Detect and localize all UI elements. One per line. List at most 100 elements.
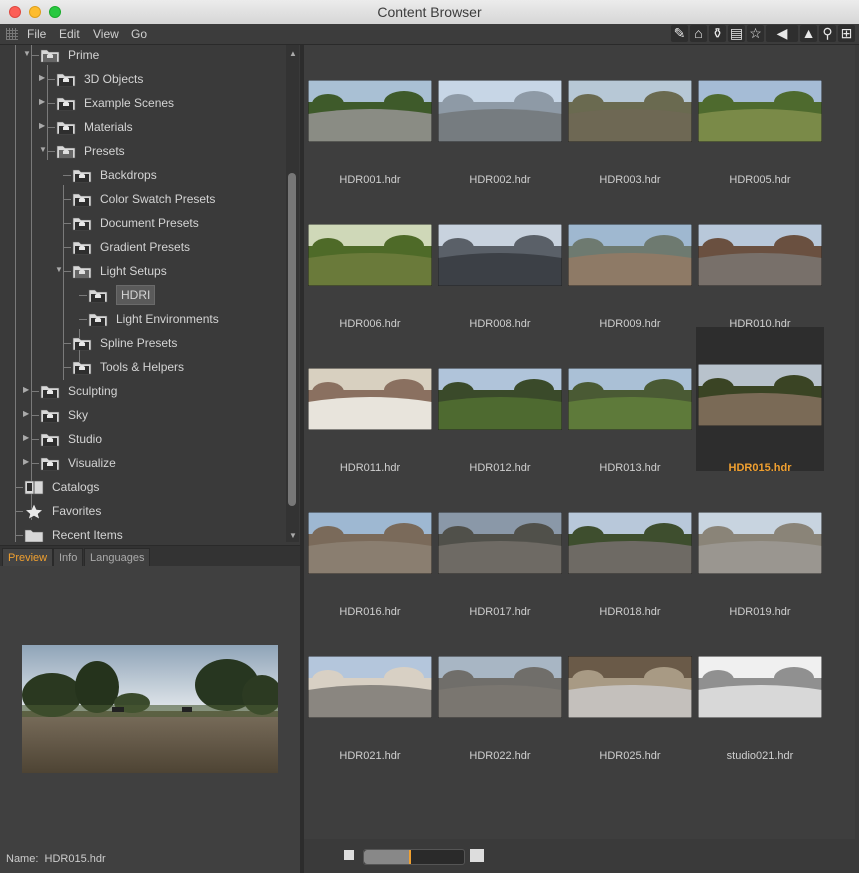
hdr-thumbnail-item[interactable]: HDR001.hdr xyxy=(306,43,434,186)
scroll-up-icon[interactable]: ▲ xyxy=(289,49,297,58)
hdr-thumbnail-item[interactable]: HDR012.hdr xyxy=(436,331,564,474)
tree-connector xyxy=(63,185,64,380)
right-edge xyxy=(855,45,859,873)
tree-item[interactable]: ▼ Prime xyxy=(23,45,99,66)
disclosure-closed-icon[interactable]: ▶ xyxy=(39,73,47,82)
tree-item[interactable]: Recent Items xyxy=(24,524,123,542)
hdr-thumbnail-item[interactable]: HDR009.hdr xyxy=(566,187,694,330)
star-icon[interactable]: ☆ xyxy=(747,25,764,42)
tree-item-label: Light Environments xyxy=(116,312,219,326)
hdr-thumbnail-item[interactable]: HDR011.hdr xyxy=(306,331,434,474)
tree-item[interactable]: Document Presets xyxy=(72,212,199,234)
tree-item[interactable]: HDRI xyxy=(88,284,156,306)
book-icon[interactable]: ▤ xyxy=(728,25,745,42)
tree-item[interactable]: Catalogs xyxy=(24,476,99,498)
jar-icon[interactable]: ⚱ xyxy=(709,25,726,42)
tree-item[interactable]: ▶ Sky xyxy=(23,404,88,426)
hdr-thumbnail-item[interactable]: HDR002.hdr xyxy=(436,43,564,186)
tree-item-label: Materials xyxy=(84,120,133,134)
hdr-thumbnail-item[interactable]: HDR021.hdr xyxy=(306,619,434,762)
menu-view[interactable]: View xyxy=(93,27,119,41)
disclosure-closed-icon[interactable]: ▶ xyxy=(39,97,47,106)
catalog-icon xyxy=(24,479,44,495)
hdr-panorama-image xyxy=(698,364,822,426)
hdr-thumbnail-item[interactable]: HDR005.hdr xyxy=(696,43,824,186)
hdr-panorama-image xyxy=(438,656,562,718)
disclosure-closed-icon[interactable]: ▶ xyxy=(23,385,31,394)
tree-item[interactable]: Light Environments xyxy=(88,308,219,330)
search-icon[interactable]: ⚲ xyxy=(819,25,836,42)
hdr-thumbnail-item[interactable]: HDR018.hdr xyxy=(566,475,694,618)
disclosure-open-icon[interactable]: ▼ xyxy=(55,265,63,274)
tree-item[interactable]: Spline Presets xyxy=(72,332,177,354)
grip-icon[interactable] xyxy=(6,28,18,40)
pencil-icon[interactable]: ✎ xyxy=(671,25,688,42)
hdr-thumbnail-item[interactable]: HDR022.hdr xyxy=(436,619,564,762)
hdr-thumbnail-item[interactable]: HDR016.hdr xyxy=(306,475,434,618)
home-icon[interactable]: ⌂ xyxy=(690,25,707,42)
tree-item-label: Sculpting xyxy=(68,384,118,398)
hdr-thumbnail-label: HDR012.hdr xyxy=(469,462,531,474)
disclosure-closed-icon[interactable]: ▶ xyxy=(23,409,31,418)
zoom-fill xyxy=(364,850,409,864)
tree-item[interactable]: ▶ Studio xyxy=(23,428,102,450)
tree-item[interactable]: Color Swatch Presets xyxy=(72,188,215,210)
tree-item[interactable]: ▶ Visualize xyxy=(23,452,116,474)
tree-item[interactable]: Backdrops xyxy=(72,164,157,186)
large-thumbnail-icon[interactable] xyxy=(470,849,484,862)
tab-languages[interactable]: Languages xyxy=(84,548,151,567)
disclosure-closed-icon[interactable]: ▶ xyxy=(39,121,47,130)
tab-preview[interactable]: Preview xyxy=(2,548,54,567)
tree-item[interactable]: Favorites xyxy=(24,500,101,522)
hdr-thumbnail-label: HDR013.hdr xyxy=(599,462,661,474)
hdr-thumbnail-item[interactable]: HDR017.hdr xyxy=(436,475,564,618)
tab-info[interactable]: Info xyxy=(53,548,84,567)
tree-item[interactable]: ▶ Materials xyxy=(39,116,133,138)
small-thumbnail-icon[interactable] xyxy=(344,850,354,860)
hdr-thumbnail-item[interactable]: HDR015.hdr xyxy=(696,327,824,474)
hdr-thumbnail-item[interactable]: HDR008.hdr xyxy=(436,187,564,330)
tree-scrollbar[interactable]: ▲ ▼ xyxy=(286,45,299,542)
tree-connector xyxy=(31,415,39,416)
back-arrow-icon[interactable]: ◀ xyxy=(766,25,798,42)
folder-icon xyxy=(40,407,60,423)
tree-item[interactable]: ▶ Sculpting xyxy=(23,380,118,402)
menu-go[interactable]: Go xyxy=(131,27,147,41)
tree-item[interactable]: ▶ Example Scenes xyxy=(39,92,174,114)
add-icon[interactable]: ⊞ xyxy=(838,25,855,42)
folder-icon xyxy=(72,239,92,255)
zoom-slider[interactable] xyxy=(363,849,465,865)
menu-file[interactable]: File xyxy=(27,27,46,41)
disclosure-closed-icon[interactable]: ▶ xyxy=(23,457,31,466)
hdr-thumbnail-item[interactable]: studio021.hdr xyxy=(696,619,824,762)
tree-connector xyxy=(79,295,87,296)
hdr-thumbnail-item[interactable]: HDR019.hdr xyxy=(696,475,824,618)
hdr-thumbnail-item[interactable]: HDR003.hdr xyxy=(566,43,694,186)
scroll-down-icon[interactable]: ▼ xyxy=(289,531,297,540)
hdr-panorama-image xyxy=(568,224,692,286)
tree-item[interactable]: ▼ Light Setups xyxy=(55,260,167,282)
menu-edit[interactable]: Edit xyxy=(59,27,80,41)
tree-item[interactable]: ▼ Presets xyxy=(39,140,125,162)
hdr-thumbnail-label: HDR019.hdr xyxy=(729,606,791,618)
tree-item[interactable]: Gradient Presets xyxy=(72,236,190,258)
tree-connector xyxy=(63,199,71,200)
hdr-thumbnail-item[interactable]: HDR006.hdr xyxy=(306,187,434,330)
hdr-panorama-image xyxy=(438,512,562,574)
tree-connector xyxy=(63,175,71,176)
zoom-slider-handle[interactable] xyxy=(409,850,411,864)
tree-item[interactable]: Tools & Helpers xyxy=(72,356,184,378)
hdr-thumbnail-item[interactable]: HDR025.hdr xyxy=(566,619,694,762)
tree-scroll-thumb[interactable] xyxy=(288,173,296,506)
tree-connector xyxy=(63,223,71,224)
tree-item[interactable]: ▶ 3D Objects xyxy=(39,68,143,90)
up-arrow-icon[interactable]: ▲ xyxy=(800,25,817,42)
disclosure-closed-icon[interactable]: ▶ xyxy=(23,433,31,442)
disclosure-open-icon[interactable]: ▼ xyxy=(39,145,47,154)
hdr-thumbnail-item[interactable]: HDR010.hdr xyxy=(696,187,824,330)
disclosure-open-icon[interactable]: ▼ xyxy=(23,49,31,58)
folder-icon xyxy=(56,119,76,135)
tree-connector xyxy=(15,487,23,488)
tree-connector xyxy=(31,391,39,392)
hdr-thumbnail-item[interactable]: HDR013.hdr xyxy=(566,331,694,474)
